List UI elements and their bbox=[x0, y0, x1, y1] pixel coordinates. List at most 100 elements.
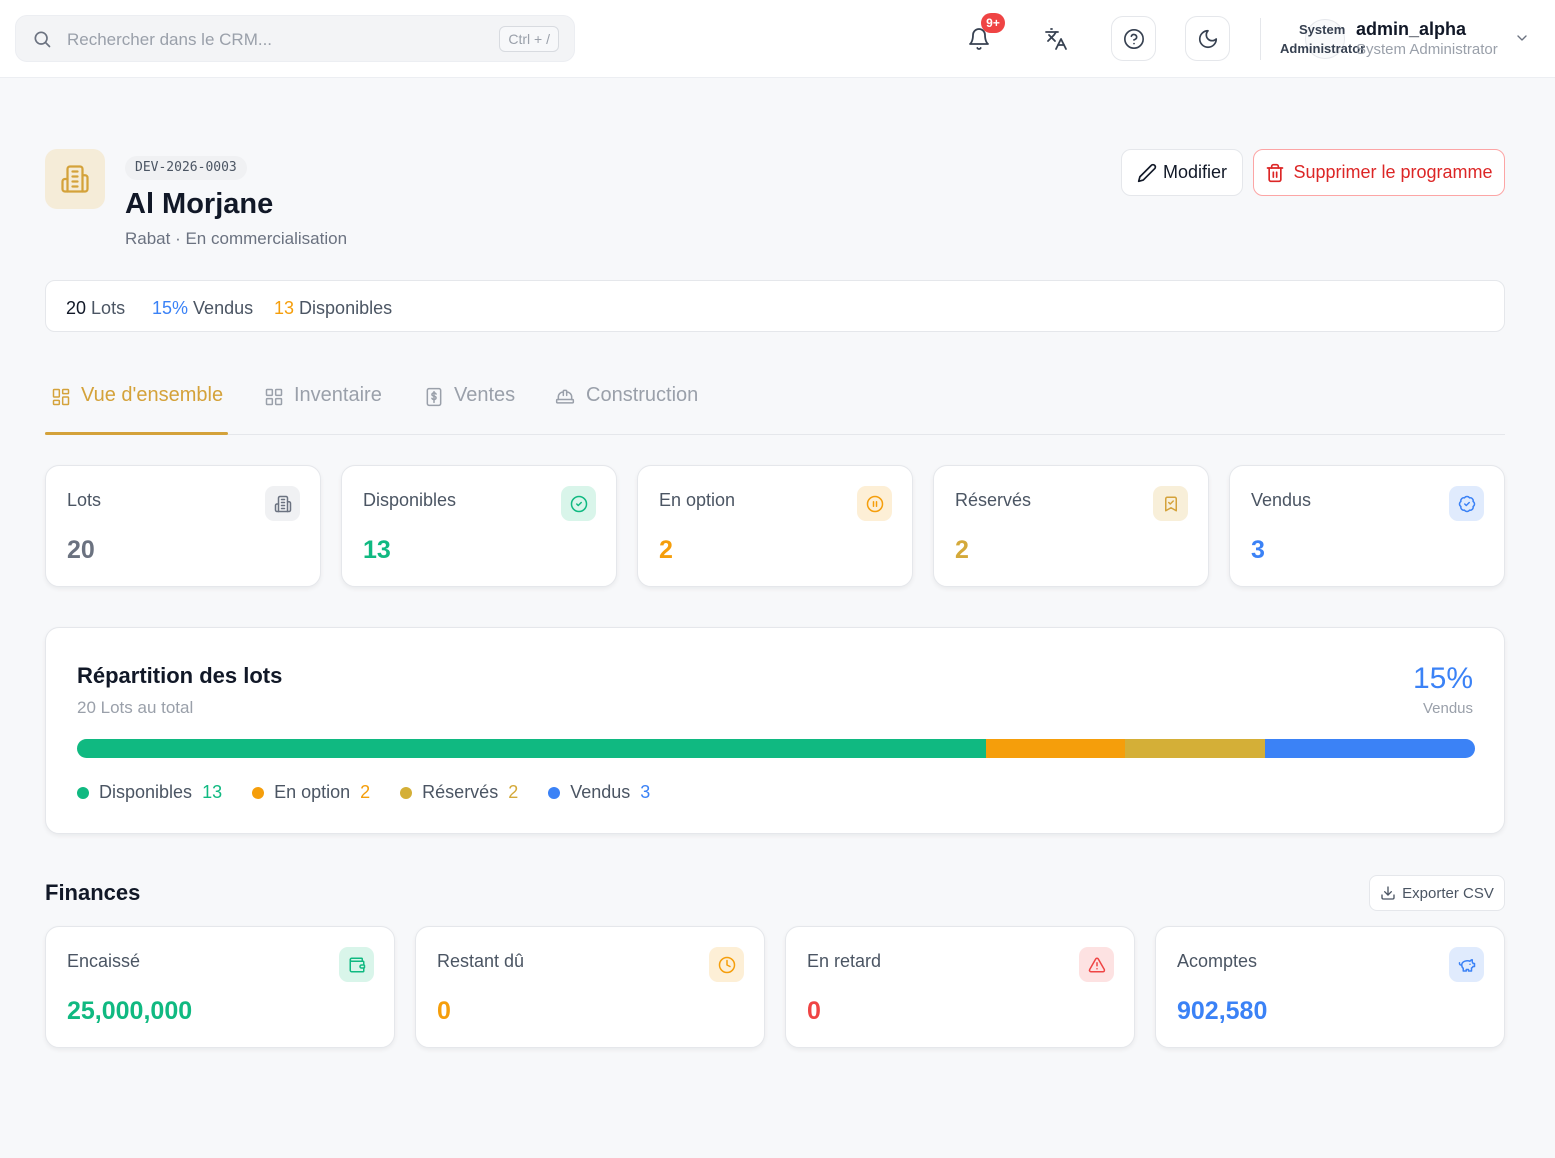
finance-card-overdue: En retard 0 bbox=[785, 926, 1135, 1048]
edit-button[interactable]: Modifier bbox=[1121, 149, 1243, 196]
legend-label: Vendus bbox=[570, 782, 631, 802]
delete-program-button[interactable]: Supprimer le programme bbox=[1253, 149, 1505, 196]
distribution-bar bbox=[77, 739, 1475, 758]
export-csv-label: Exporter CSV bbox=[1402, 884, 1494, 902]
finances-title: Finances bbox=[45, 880, 141, 905]
search-icon bbox=[34, 31, 51, 48]
stat-value: 2 bbox=[955, 536, 969, 564]
legend-count: 3 bbox=[640, 782, 651, 802]
legend-item-available: Disponibles 13 bbox=[77, 782, 222, 803]
chevron-down-icon[interactable] bbox=[1514, 30, 1530, 46]
tab-construction[interactable]: Construction bbox=[554, 384, 698, 434]
tab-inventory-label: Inventaire bbox=[294, 384, 382, 406]
summary-lots: 20 Lots bbox=[66, 298, 125, 319]
stat-value: 2 bbox=[659, 536, 673, 564]
stat-card-sold: Vendus 3 bbox=[1229, 465, 1505, 587]
tab-sales-label: Ventes bbox=[454, 384, 516, 406]
distribution-sold-pct: 15% bbox=[1412, 662, 1473, 695]
delete-program-label: Supprimer le programme bbox=[1293, 162, 1493, 182]
summary-available-label: Disponibles bbox=[299, 298, 393, 318]
bar-segment-option bbox=[985, 739, 1126, 758]
language-button[interactable] bbox=[1033, 16, 1078, 61]
search-bar[interactable]: Rechercher dans le CRM... Ctrl + / bbox=[15, 15, 575, 62]
legend-dot bbox=[400, 786, 413, 799]
stat-label: Disponibles bbox=[363, 490, 457, 510]
lots-distribution-card: Répartition des lots 20 Lots au total 15… bbox=[45, 627, 1505, 834]
wallet-icon bbox=[339, 947, 374, 982]
notifications-badge: 9+ bbox=[981, 13, 1005, 33]
bar-segment-available bbox=[77, 739, 986, 758]
topbar-divider bbox=[1260, 18, 1261, 60]
finance-label: En retard bbox=[807, 951, 882, 971]
tab-construction-label: Construction bbox=[586, 384, 699, 406]
translate-icon bbox=[1044, 27, 1067, 50]
summary-sold-label: Vendus bbox=[193, 298, 254, 318]
stat-card-reserved: Réservés 2 bbox=[933, 465, 1209, 587]
legend-dot bbox=[77, 786, 89, 799]
summary-sold: 15% Vendus bbox=[152, 298, 253, 319]
stat-value: 13 bbox=[363, 536, 391, 564]
help-button[interactable] bbox=[1111, 16, 1156, 61]
summary-lots-label: Lots bbox=[91, 298, 126, 318]
legend-label: Réservés bbox=[422, 782, 499, 802]
legend-item-reserved: Réservés 2 bbox=[400, 782, 518, 803]
legend-count: 13 bbox=[202, 782, 223, 802]
legend-label: En option bbox=[274, 782, 351, 802]
finance-value: 0 bbox=[807, 997, 821, 1025]
moon-icon bbox=[1198, 29, 1217, 48]
legend-dot bbox=[548, 786, 561, 799]
check-circle-icon bbox=[561, 486, 596, 521]
legend-count: 2 bbox=[508, 782, 519, 802]
legend-item-sold: Vendus 3 bbox=[548, 782, 650, 803]
stat-value: 20 bbox=[67, 536, 95, 564]
legend-item-option: En option 2 bbox=[252, 782, 370, 803]
tab-sales[interactable]: Ventes bbox=[424, 384, 515, 434]
user-name[interactable]: admin_alpha bbox=[1356, 19, 1466, 40]
building-icon bbox=[61, 165, 89, 193]
distribution-legend: Disponibles 13 En option 2 Réservés 2 Ve… bbox=[77, 782, 650, 803]
legend-label: Disponibles bbox=[99, 782, 193, 802]
top-bar: Rechercher dans le CRM... Ctrl + / 9+ Sy… bbox=[0, 0, 1555, 78]
finance-label: Restant dû bbox=[437, 951, 525, 971]
tab-inventory[interactable]: Inventaire bbox=[264, 384, 382, 434]
clock-icon bbox=[709, 947, 744, 982]
program-reference-badge: DEV-2026-0003 bbox=[125, 156, 247, 180]
hard-hat-icon bbox=[555, 389, 575, 404]
finance-value: 902,580 bbox=[1177, 997, 1268, 1025]
distribution-subtitle: 20 Lots au total bbox=[77, 698, 194, 717]
bar-segment-sold bbox=[1265, 739, 1475, 758]
tab-overview[interactable]: Vue d'ensemble bbox=[51, 384, 223, 434]
stat-card-lots: Lots 20 bbox=[45, 465, 321, 587]
finance-card-remaining: Restant dû 0 bbox=[415, 926, 765, 1048]
stat-label: Vendus bbox=[1251, 490, 1312, 510]
theme-toggle-button[interactable] bbox=[1185, 16, 1230, 61]
help-circle-icon bbox=[1123, 28, 1144, 49]
export-csv-button[interactable]: Exporter CSV bbox=[1369, 875, 1505, 911]
pause-circle-icon bbox=[857, 486, 892, 521]
avatar[interactable]: System Administrator bbox=[1279, 17, 1365, 61]
stat-label: Réservés bbox=[955, 490, 1032, 510]
tabs: Vue d'ensemble Inventaire Ventes Constru… bbox=[45, 360, 1505, 435]
summary-available: 13 Disponibles bbox=[274, 298, 392, 319]
distribution-sold-label: Vendus bbox=[1422, 700, 1473, 717]
badge-check-icon bbox=[1449, 486, 1484, 521]
summary-strip: 20 Lots 15% Vendus 13 Disponibles bbox=[45, 280, 1505, 332]
program-icon bbox=[45, 149, 105, 209]
grid-icon bbox=[265, 388, 283, 406]
pencil-icon bbox=[1137, 163, 1157, 182]
search-shortcut: Ctrl + / bbox=[499, 26, 559, 52]
stat-label: Lots bbox=[67, 490, 102, 510]
finance-label: Encaissé bbox=[67, 951, 141, 971]
legend-dot bbox=[252, 786, 265, 799]
summary-lots-value: 20 bbox=[66, 298, 87, 318]
search-input[interactable]: Rechercher dans le CRM... bbox=[67, 30, 272, 50]
summary-available-value: 13 bbox=[274, 298, 295, 318]
finance-label: Acomptes bbox=[1177, 951, 1258, 971]
active-tab-underline bbox=[45, 432, 228, 435]
piggy-bank-icon bbox=[1449, 947, 1484, 982]
stat-card-available: Disponibles 13 bbox=[341, 465, 617, 587]
legend-count: 2 bbox=[360, 782, 371, 802]
stat-card-option: En option 2 bbox=[637, 465, 913, 587]
grid-icon bbox=[52, 388, 70, 406]
program-subtitle: Rabat · En commercialisation bbox=[125, 229, 348, 248]
